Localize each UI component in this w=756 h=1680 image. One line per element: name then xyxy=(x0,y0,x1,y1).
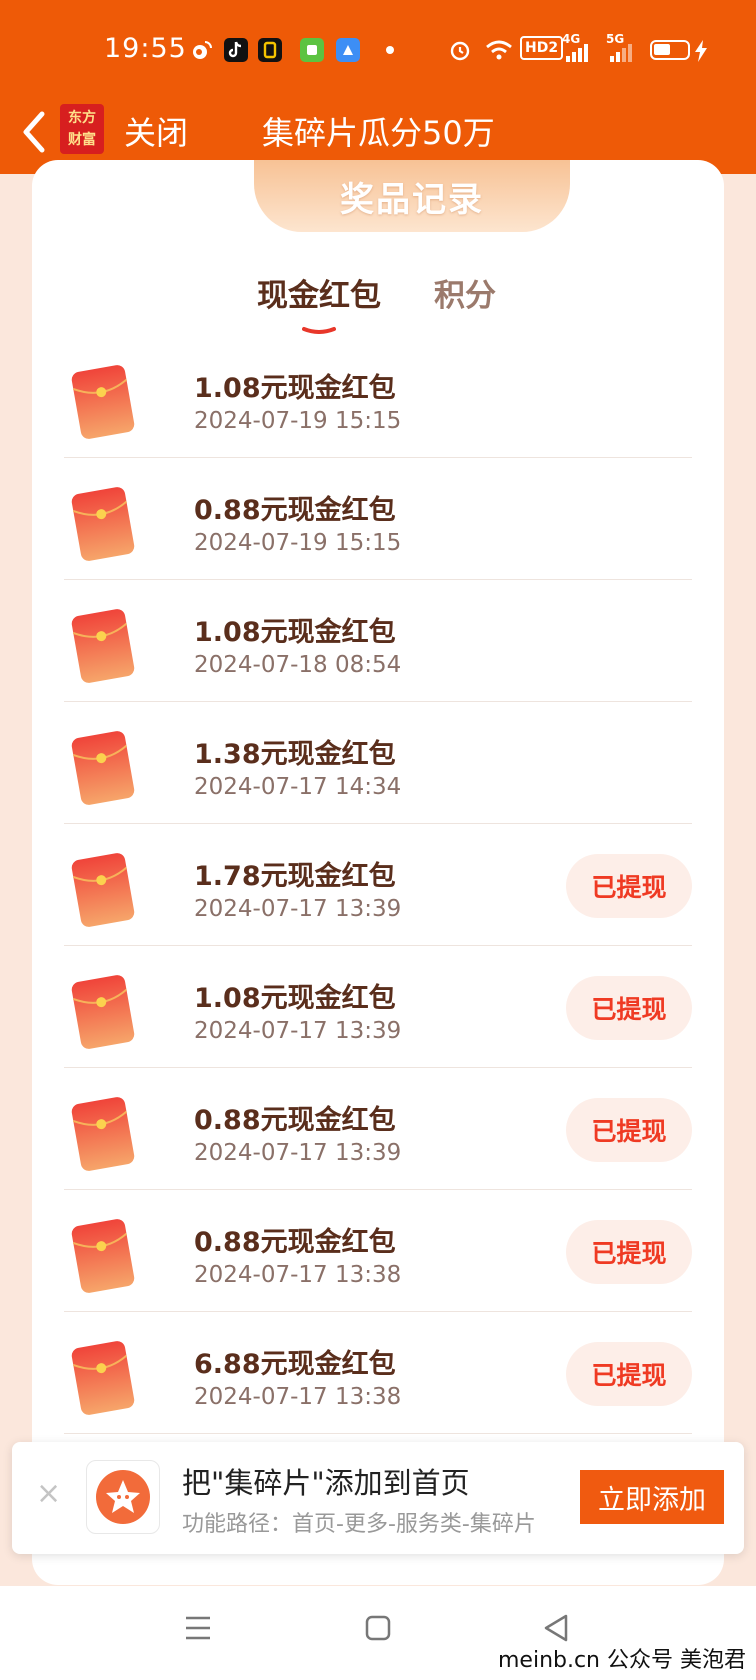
top-bar: 19:55 HD2 4G 5G 东方 财富 关闭 集碎片瓜分50万 xyxy=(0,0,756,174)
red-packet-icon xyxy=(68,362,138,442)
record-tabs: 现金红包 积分 xyxy=(32,270,724,334)
home-icon[interactable] xyxy=(358,1608,398,1648)
wechat-notification-icon xyxy=(300,38,324,62)
logo-line-2: 财富 xyxy=(68,132,96,148)
record-row: 6.88元现金红包 2024-07-17 13:38 已提现 xyxy=(64,1312,692,1434)
banner-path: 功能路径：首页-更多-服务类-集碎片 xyxy=(182,1512,536,1537)
record-row: 1.08元现金红包 2024-07-18 08:54 xyxy=(64,580,692,702)
signal-4g-icon xyxy=(566,44,588,62)
withdrawn-badge[interactable]: 已提现 xyxy=(566,1098,692,1162)
record-row: 1.08元现金红包 2024-07-19 15:15 xyxy=(64,336,692,458)
red-packet-icon xyxy=(68,606,138,686)
record-date: 2024-07-19 15:15 xyxy=(194,408,402,434)
app-logo: 东方 财富 xyxy=(60,104,104,154)
record-amount: 6.88元现金红包 xyxy=(194,1349,396,1380)
record-amount: 0.88元现金红包 xyxy=(194,1105,396,1136)
battery-icon xyxy=(650,40,690,60)
wifi-icon xyxy=(484,38,514,62)
system-navigation-bar: meinb.cn 公众号 美泡君 xyxy=(0,1586,756,1680)
withdrawn-badge[interactable]: 已提现 xyxy=(566,854,692,918)
tiktok-notification-icon xyxy=(224,38,248,62)
record-row: 1.08元现金红包 2024-07-17 13:39 已提现 xyxy=(64,946,692,1068)
red-packet-icon xyxy=(68,972,138,1052)
red-packet-icon xyxy=(68,484,138,564)
record-amount: 1.78元现金红包 xyxy=(194,861,396,892)
record-list: 1.08元现金红包 2024-07-19 15:15 0.88元现金红包 2024-0… xyxy=(64,336,692,1434)
record-amount: 1.08元现金红包 xyxy=(194,617,396,648)
record-row: 1.78元现金红包 2024-07-17 13:39 已提现 xyxy=(64,824,692,946)
card-header-ribbon: 奖品记录 xyxy=(254,160,570,232)
record-date: 2024-07-17 13:39 xyxy=(194,1140,402,1166)
card-header-title: 奖品记录 xyxy=(340,179,484,220)
app-notification-icon xyxy=(258,38,282,62)
add-now-button[interactable]: 立即添加 xyxy=(580,1470,724,1524)
record-date: 2024-07-17 13:38 xyxy=(194,1384,402,1410)
record-date: 2024-07-17 13:39 xyxy=(194,1018,402,1044)
add-to-home-banner: × 把"集碎片"添加到首页 功能路径：首页-更多-服务类-集碎片 立即添加 xyxy=(12,1442,744,1554)
status-bar: 19:55 HD2 4G 5G xyxy=(0,0,756,100)
red-packet-icon xyxy=(68,1094,138,1174)
record-date: 2024-07-17 13:38 xyxy=(194,1262,402,1288)
status-time: 19:55 xyxy=(104,33,187,64)
withdrawn-badge[interactable]: 已提现 xyxy=(566,1220,692,1284)
alarm-icon xyxy=(448,38,472,62)
record-date: 2024-07-19 15:15 xyxy=(194,530,402,556)
hd-indicator: HD2 xyxy=(520,36,564,60)
active-tab-indicator xyxy=(302,327,336,334)
more-notifications-dot xyxy=(386,46,394,54)
record-row: 0.88元现金红包 2024-07-17 13:39 已提现 xyxy=(64,1068,692,1190)
red-packet-icon xyxy=(68,1338,138,1418)
weibo-notification-icon xyxy=(190,38,214,62)
collect-fragments-app-icon xyxy=(86,1460,160,1534)
record-amount: 1.38元现金红包 xyxy=(194,739,396,770)
record-amount: 0.88元现金红包 xyxy=(194,1227,396,1258)
banner-title: 把"集碎片"添加到首页 xyxy=(182,1466,470,1500)
red-packet-icon xyxy=(68,728,138,808)
logo-line-1: 东方 xyxy=(68,110,96,126)
record-date: 2024-07-18 08:54 xyxy=(194,652,402,678)
browser-notification-icon xyxy=(336,38,360,62)
red-packet-icon xyxy=(68,1216,138,1296)
red-packet-icon xyxy=(68,850,138,930)
record-amount: 1.08元现金红包 xyxy=(194,373,396,404)
withdrawn-badge[interactable]: 已提现 xyxy=(566,976,692,1040)
record-amount: 1.08元现金红包 xyxy=(194,983,396,1014)
record-row: 0.88元现金红包 2024-07-17 13:38 已提现 xyxy=(64,1190,692,1312)
banner-close-icon[interactable]: × xyxy=(36,1476,61,1511)
record-amount: 0.88元现金红包 xyxy=(194,495,396,526)
charging-icon xyxy=(695,40,707,62)
close-button[interactable]: 关闭 xyxy=(124,108,188,154)
tab-cash-red-packet[interactable]: 现金红包 xyxy=(257,270,381,315)
back-arrow-icon[interactable] xyxy=(14,106,54,158)
record-date: 2024-07-17 13:39 xyxy=(194,896,402,922)
record-date: 2024-07-17 14:34 xyxy=(194,774,402,800)
menu-icon[interactable] xyxy=(178,1608,218,1648)
withdrawn-badge[interactable]: 已提现 xyxy=(566,1342,692,1406)
page-title: 集碎片瓜分50万 xyxy=(262,114,495,152)
signal-5g-icon xyxy=(610,44,632,62)
prize-record-card: 奖品记录 现金红包 积分 1.08元现金红包 2024-07-19 15:15 0.… xyxy=(32,160,724,1585)
watermark: meinb.cn 公众号 美泡君 xyxy=(497,1648,746,1673)
tab-points[interactable]: 积分 xyxy=(434,270,496,315)
record-row: 0.88元现金红包 2024-07-19 15:15 xyxy=(64,458,692,580)
record-row: 1.38元现金红包 2024-07-17 14:34 xyxy=(64,702,692,824)
